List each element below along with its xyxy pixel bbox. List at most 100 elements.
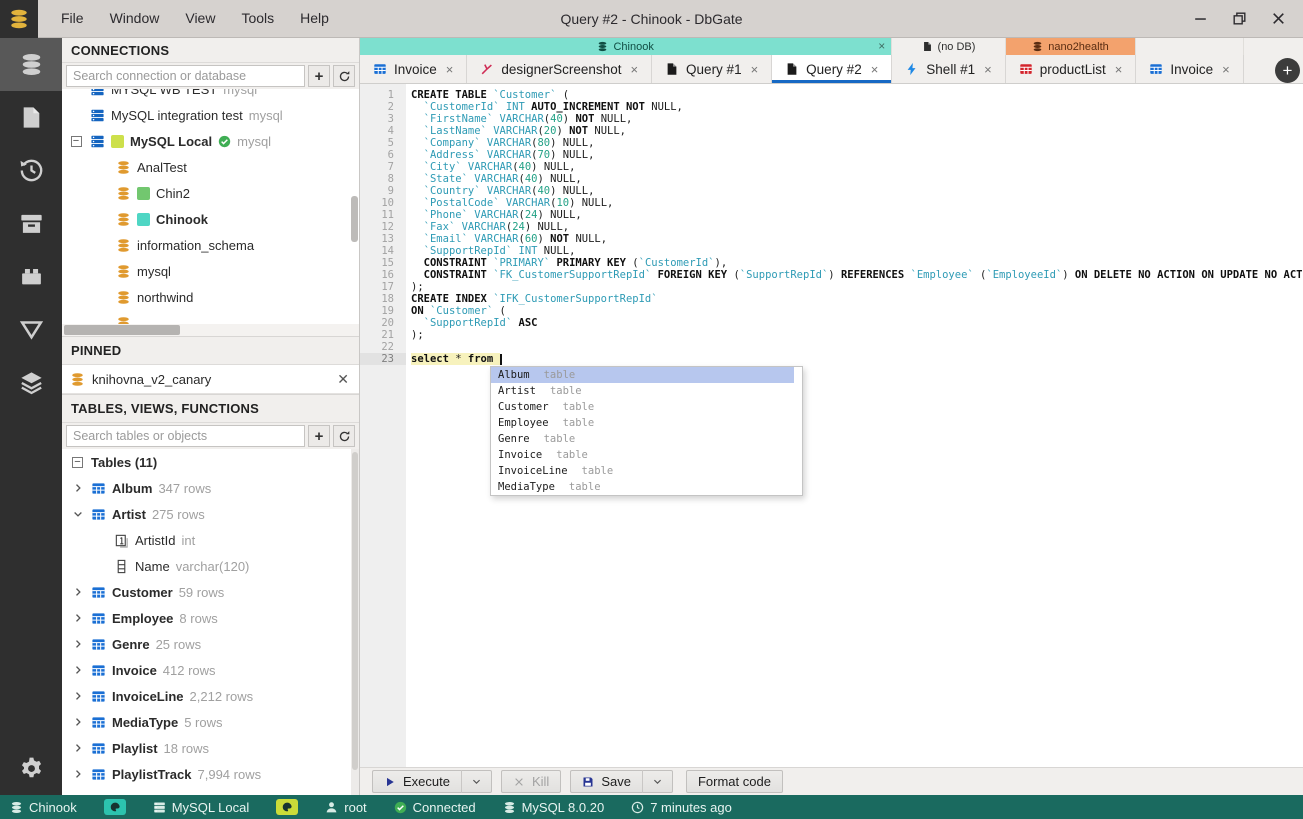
expand-chevron[interactable] <box>70 586 85 598</box>
tab-shell-1[interactable]: Shell #1 × <box>892 55 1006 83</box>
collapse-expander[interactable]: − <box>70 456 85 468</box>
execute-button[interactable]: Execute <box>372 770 461 793</box>
refresh-objects-button[interactable] <box>333 425 355 447</box>
connection-item[interactable]: MySQL integration test mysql <box>62 102 359 128</box>
menu-window[interactable]: Window <box>97 0 173 37</box>
menu-tools[interactable]: Tools <box>228 0 287 37</box>
connection-item[interactable]: − MySQL Local mysql <box>62 128 359 154</box>
vscrollbar-thumb[interactable] <box>352 452 358 770</box>
statusbar-item-7-minutes-ago[interactable]: 7 minutes ago <box>631 800 732 815</box>
table-item-playlist[interactable]: Playlist 18 rows <box>62 735 359 761</box>
execute-options-button[interactable] <box>460 770 492 793</box>
tab-query-2[interactable]: Query #2 × <box>772 55 893 83</box>
table-item-artist[interactable]: Artist 275 rows <box>62 501 359 527</box>
autocomplete-item-mediatype[interactable]: MediaType table <box>491 479 794 495</box>
rail-file-button[interactable] <box>0 91 62 144</box>
rail-layers-button[interactable] <box>0 356 62 409</box>
save-options-button[interactable] <box>641 770 673 793</box>
objects-search-input[interactable] <box>66 425 305 447</box>
menu-file[interactable]: File <box>48 0 97 37</box>
connection-item[interactable]: AnalTest <box>62 154 359 180</box>
save-button[interactable]: Save <box>570 770 642 793</box>
statusbar-item-root[interactable]: root <box>325 800 367 815</box>
minus-box-icon[interactable]: − <box>72 456 83 468</box>
close-button-icon[interactable] <box>1270 10 1287 27</box>
menu-help[interactable]: Help <box>287 0 342 37</box>
connection-item[interactable]: mysql <box>62 258 359 284</box>
add-object-button[interactable]: + <box>308 425 330 447</box>
close-tab-icon[interactable]: × <box>1222 62 1230 77</box>
expand-chevron[interactable] <box>70 664 85 676</box>
autocomplete-item-customer[interactable]: Customer table <box>491 399 794 415</box>
minimize-button-icon[interactable] <box>1192 10 1209 27</box>
autocomplete-item-invoice[interactable]: Invoice table <box>491 447 794 463</box>
statusbar-color-swatch-button[interactable] <box>276 799 299 815</box>
table-item-invoice[interactable]: Invoice 412 rows <box>62 657 359 683</box>
rail-plugins-button[interactable] <box>0 250 62 303</box>
menu-view[interactable]: View <box>172 0 228 37</box>
tab-invoice[interactable]: Invoice × <box>360 55 468 83</box>
connection-item[interactable]: Chinook <box>62 206 359 232</box>
table-item-employee[interactable]: Employee 8 rows <box>62 605 359 631</box>
refresh-connections-button[interactable] <box>333 65 355 87</box>
unpin-icon[interactable]: ✕ <box>337 371 349 388</box>
statusbar-color-swatch-button[interactable] <box>103 799 126 815</box>
rail-triangle-down-button[interactable] <box>0 303 62 356</box>
tab-query-1[interactable]: Query #1 × <box>652 55 773 83</box>
table-item-invoiceline[interactable]: InvoiceLine 2,212 rows <box>62 683 359 709</box>
close-tab-icon[interactable]: × <box>751 62 759 77</box>
hscrollbar-thumb[interactable] <box>64 325 180 335</box>
tab-productlist[interactable]: productList × <box>1005 55 1137 83</box>
connection-item[interactable]: information_schema <box>62 232 359 258</box>
connection-item[interactable]: MYSQL WB TEST mysql <box>62 89 359 102</box>
collapse-expander[interactable]: − <box>68 135 84 147</box>
rail-database-button[interactable] <box>0 38 62 91</box>
connection-item[interactable]: northwind <box>62 284 359 310</box>
new-tab-button[interactable]: + <box>1275 58 1300 83</box>
minus-box-icon[interactable]: − <box>70 135 82 147</box>
expand-chevron[interactable] <box>70 742 85 754</box>
collapse-chevron[interactable] <box>70 508 85 520</box>
statusbar-item-mysql-8-0-20[interactable]: MySQL 8.0.20 <box>503 800 604 815</box>
close-tab-icon[interactable]: × <box>1115 62 1123 77</box>
format-code-button[interactable]: Format code <box>685 770 783 793</box>
rail-history-button[interactable] <box>0 144 62 197</box>
close-tab-icon[interactable]: × <box>446 62 454 77</box>
pinned-item[interactable]: knihovna_v2_canary ✕ <box>62 365 359 394</box>
tab-invoice[interactable]: Invoice × <box>1136 55 1244 83</box>
autocomplete-item-album[interactable]: Album table <box>491 367 794 383</box>
autocomplete-item-artist[interactable]: Artist table <box>491 383 794 399</box>
tables-group-row[interactable]: − Tables (11) <box>62 449 359 475</box>
expand-chevron[interactable] <box>70 482 85 494</box>
column-item-artistid[interactable]: ArtistId int <box>62 527 359 553</box>
connections-search-input[interactable] <box>66 65 305 87</box>
connection-item[interactable]: Chin2 <box>62 180 359 206</box>
kill-button[interactable]: Kill <box>500 770 562 793</box>
expand-chevron[interactable] <box>70 716 85 728</box>
statusbar-item-mysql-local[interactable]: MySQL Local <box>153 800 249 815</box>
rail-archive-button[interactable] <box>0 197 62 250</box>
autocomplete-item-invoiceline[interactable]: InvoiceLine table <box>491 463 794 479</box>
expand-chevron[interactable] <box>70 768 85 780</box>
table-item-mediatype[interactable]: MediaType 5 rows <box>62 709 359 735</box>
rail-gear-button[interactable] <box>0 742 62 795</box>
autocomplete-item-employee[interactable]: Employee table <box>491 415 794 431</box>
objects-vscrollbar[interactable] <box>351 449 359 795</box>
connections-vscrollbar[interactable] <box>351 196 358 242</box>
expand-chevron[interactable] <box>70 690 85 702</box>
statusbar-item-chinook[interactable]: Chinook <box>10 800 77 815</box>
expand-chevron[interactable] <box>70 612 85 624</box>
close-group-icon[interactable]: × <box>878 39 885 53</box>
close-tab-icon[interactable]: × <box>871 62 879 77</box>
expand-chevron[interactable] <box>70 638 85 650</box>
table-item-customer[interactable]: Customer 59 rows <box>62 579 359 605</box>
connections-hscrollbar[interactable] <box>62 324 359 336</box>
close-tab-icon[interactable]: × <box>984 62 992 77</box>
restore-button-icon[interactable] <box>1231 10 1248 27</box>
close-tab-icon[interactable]: × <box>630 62 638 77</box>
add-connection-button[interactable]: + <box>308 65 330 87</box>
table-item-playlisttrack[interactable]: PlaylistTrack 7,994 rows <box>62 761 359 787</box>
tab-designerscreenshot[interactable]: designerScreenshot × <box>467 55 653 83</box>
statusbar-item-connected[interactable]: Connected <box>394 800 476 815</box>
table-item-genre[interactable]: Genre 25 rows <box>62 631 359 657</box>
